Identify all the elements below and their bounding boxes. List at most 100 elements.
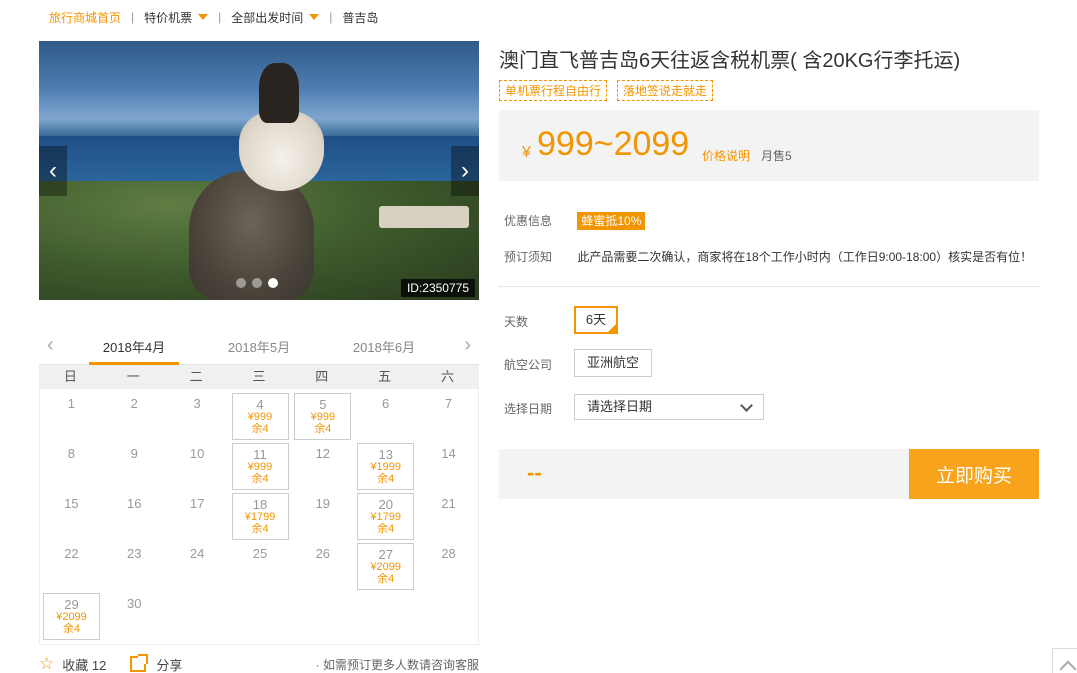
date-select[interactable]: 请选择日期 bbox=[574, 394, 764, 420]
monthly-sales: 月售5 bbox=[761, 149, 792, 163]
caret-down-icon bbox=[198, 14, 209, 20]
day-number: 5 bbox=[319, 397, 327, 412]
calendar-day-available[interactable]: 29 ¥2099 余4 bbox=[43, 593, 100, 640]
day-number: 2 bbox=[130, 396, 138, 411]
calendar-day[interactable]: 5 ¥999 余4 bbox=[291, 389, 354, 440]
breadcrumb-category-dropdown[interactable]: 特价机票 bbox=[144, 9, 209, 26]
tab-month-1[interactable]: 2018年4月 bbox=[89, 337, 179, 356]
notice-row: 预订须知 此产品需要二次确认，商家将在18个工作小时内（工作日9:00-18:0… bbox=[504, 248, 1032, 265]
calendar-grid: 1 2 3 4 ¥999 余4 5 ¥999 余4 6 7 8 9 10 11 ¥999 余4 12 13 ¥1999… bbox=[39, 389, 479, 645]
image-id-tag: ID:2350775 bbox=[400, 279, 475, 297]
day-number: 6 bbox=[382, 396, 390, 411]
day-number: 9 bbox=[130, 446, 138, 461]
breadcrumb-current: 普吉岛 bbox=[342, 10, 379, 25]
calendar-day: 26 bbox=[291, 539, 354, 589]
gallery-dot-active[interactable] bbox=[268, 278, 278, 288]
gallery-photo-houses bbox=[379, 206, 469, 228]
day-remaining: 余4 bbox=[377, 573, 395, 585]
calendar-prev-icon[interactable]: ‹ bbox=[47, 334, 54, 357]
product-tag: 落地签说走就走 bbox=[617, 80, 714, 101]
calendar-day: 21 bbox=[417, 489, 480, 539]
gallery-next-button[interactable]: › bbox=[451, 146, 479, 196]
calendar-day-available[interactable]: 4 ¥999 余4 bbox=[231, 393, 289, 440]
gallery-prev-button[interactable]: ‹ bbox=[39, 146, 67, 196]
day-number: 3 bbox=[193, 396, 201, 411]
day-price: ¥999 bbox=[247, 461, 273, 473]
day-remaining: 余4 bbox=[251, 473, 269, 485]
product-tags: 单机票行程自由行 落地签说走就走 bbox=[499, 80, 714, 101]
day-remaining: 余4 bbox=[377, 523, 395, 535]
calendar-day[interactable]: 20 ¥1799 余4 bbox=[354, 489, 417, 540]
promo-row: 优惠信息 蜂蜜抵10% bbox=[504, 212, 646, 230]
caret-down-icon bbox=[309, 14, 320, 20]
day-remaining: 余4 bbox=[377, 473, 395, 485]
breadcrumb-time-dropdown[interactable]: 全部出发时间 bbox=[231, 9, 320, 26]
favorite-button[interactable]: 收藏 12 bbox=[62, 655, 106, 673]
calendar-day: 14 bbox=[417, 439, 480, 489]
calendar-day: 19 bbox=[291, 489, 354, 539]
tab-month-2[interactable]: 2018年5月 bbox=[214, 337, 304, 356]
breadcrumb-home-link[interactable]: 旅行商城首页 bbox=[49, 9, 121, 26]
airline-label: 航空公司 bbox=[504, 358, 553, 372]
breadcrumb-category-label: 特价机票 bbox=[144, 10, 193, 25]
weekday-label: 三 bbox=[252, 369, 266, 384]
calendar-day: 17 bbox=[166, 489, 229, 539]
calendar-day-available[interactable]: 20 ¥1799 余4 bbox=[357, 493, 415, 540]
calendar-day: 1 bbox=[40, 389, 103, 439]
purchase-bar: -- 立即购买 bbox=[499, 449, 1039, 499]
breadcrumb-time-label: 全部出发时间 bbox=[231, 10, 304, 25]
calendar-day: 16 bbox=[103, 489, 166, 539]
calendar-day[interactable]: 29 ¥2099 余4 bbox=[40, 589, 103, 640]
calendar-day: 22 bbox=[40, 539, 103, 589]
back-to-top-button[interactable] bbox=[1052, 648, 1077, 673]
calendar-day-available[interactable]: 27 ¥2099 余4 bbox=[357, 543, 415, 590]
calendar-day: 8 bbox=[40, 439, 103, 489]
day-remaining: 余4 bbox=[314, 423, 332, 435]
day-price: ¥1799 bbox=[244, 511, 276, 523]
gallery-dot[interactable] bbox=[252, 278, 262, 288]
weekday-label: 一 bbox=[126, 369, 140, 384]
share-button[interactable]: 分享 bbox=[156, 655, 182, 673]
buy-now-button[interactable]: 立即购买 bbox=[909, 449, 1039, 499]
share-icon[interactable] bbox=[130, 654, 149, 672]
calendar-day: 9 bbox=[103, 439, 166, 489]
day-number: 18 bbox=[252, 497, 268, 512]
calendar-next-icon[interactable]: › bbox=[464, 334, 471, 357]
day-number: 23 bbox=[127, 546, 142, 561]
calendar-day[interactable]: 13 ¥1999 余4 bbox=[354, 439, 417, 490]
star-icon[interactable]: ☆ bbox=[39, 654, 54, 673]
days-option-selected[interactable]: 6天 bbox=[574, 306, 618, 334]
promo-label: 优惠信息 bbox=[504, 214, 553, 228]
notice-text: 此产品需要二次确认，商家将在18个工作小时内（工作日9:00-18:00）核实是… bbox=[577, 250, 1033, 264]
weekday-label: 五 bbox=[378, 369, 392, 384]
calendar-day[interactable]: 18 ¥1799 余4 bbox=[229, 489, 292, 540]
price-explain-link[interactable]: 价格说明 bbox=[702, 147, 750, 164]
gallery-photo-couple bbox=[259, 63, 299, 123]
gallery-footer-actions: ☆ 收藏 12 分享 · 如需预订更多人数请咨询客服 bbox=[39, 654, 479, 673]
day-number: 30 bbox=[127, 596, 142, 611]
gallery-dot[interactable] bbox=[236, 278, 246, 288]
gallery-dots bbox=[236, 278, 278, 288]
airline-option[interactable]: 亚洲航空 bbox=[574, 349, 652, 377]
calendar-day-available[interactable]: 5 ¥999 余4 bbox=[294, 393, 352, 440]
total-price: -- bbox=[527, 460, 542, 485]
calendar-day: 7 bbox=[417, 389, 480, 439]
breadcrumb: 旅行商城首页 | 特价机票 | 全部出发时间 | 普吉岛 bbox=[49, 8, 378, 26]
chevron-down-icon bbox=[740, 399, 753, 412]
calendar-day-available[interactable]: 13 ¥1999 余4 bbox=[357, 443, 415, 490]
date-label: 选择日期 bbox=[504, 402, 553, 416]
calendar-day[interactable]: 4 ¥999 余4 bbox=[229, 389, 292, 440]
breadcrumb-separator: | bbox=[131, 10, 135, 24]
day-number: 16 bbox=[127, 496, 142, 511]
calendar-day-available[interactable]: 18 ¥1799 余4 bbox=[231, 493, 289, 540]
weekday-label: 六 bbox=[440, 369, 454, 384]
day-price: ¥999 bbox=[247, 411, 273, 423]
calendar-day[interactable]: 27 ¥2099 余4 bbox=[354, 539, 417, 590]
days-label: 天数 bbox=[504, 315, 529, 329]
tab-month-3[interactable]: 2018年6月 bbox=[339, 337, 429, 356]
day-price: ¥2099 bbox=[370, 561, 402, 573]
calendar-day-available[interactable]: 11 ¥999 余4 bbox=[231, 443, 289, 490]
calendar-day[interactable]: 11 ¥999 余4 bbox=[229, 439, 292, 490]
breadcrumb-separator: | bbox=[218, 10, 222, 24]
calendar-day: 25 bbox=[229, 539, 292, 589]
